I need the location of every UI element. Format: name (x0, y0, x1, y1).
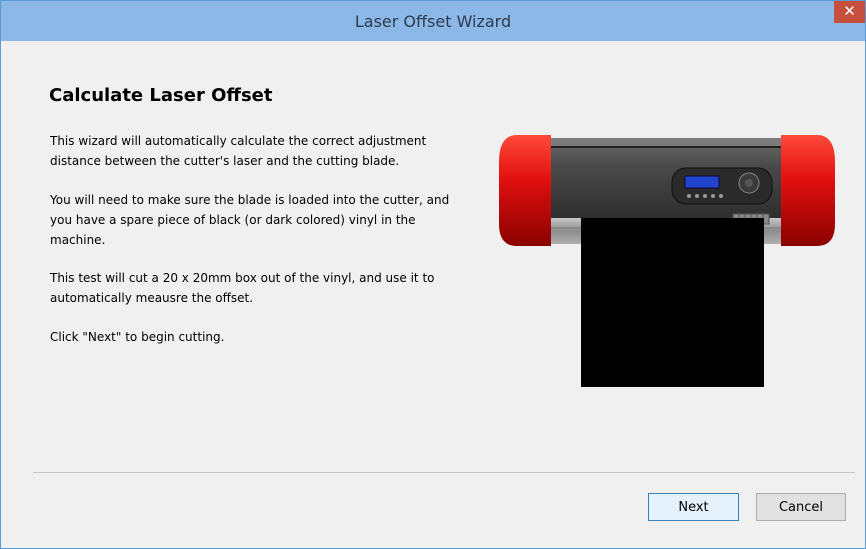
close-icon: ✕ (843, 2, 856, 20)
close-button[interactable]: ✕ (834, 1, 865, 23)
intro-paragraph: This wizard will automatically calculate… (50, 134, 427, 168)
next-button[interactable]: Next (648, 493, 739, 521)
requirements-paragraph: You will need to make sure the blade is … (50, 193, 450, 247)
window-title: Laser Offset Wizard (354, 12, 512, 31)
page-title: Calculate Laser Offset (49, 85, 273, 106)
wizard-window: Laser Offset Wizard ✕ Calculate Laser Of… (0, 0, 866, 549)
cancel-button[interactable]: Cancel (756, 493, 846, 521)
instruction-paragraph: Click "Next" to begin cutting. (50, 330, 225, 344)
test-description-paragraph: This test will cut a 20 x 20mm box out o… (50, 271, 435, 305)
wizard-body: Calculate Laser Offset This wizard will … (9, 41, 857, 542)
lcd-display (684, 175, 720, 189)
footer-divider (33, 472, 855, 473)
vinyl-sheet (581, 218, 764, 387)
title-bar[interactable]: Laser Offset Wizard ✕ (1, 1, 865, 41)
vinyl-cutter-illustration (499, 135, 835, 387)
left-end-cap (499, 135, 551, 246)
right-end-cap (781, 135, 835, 246)
